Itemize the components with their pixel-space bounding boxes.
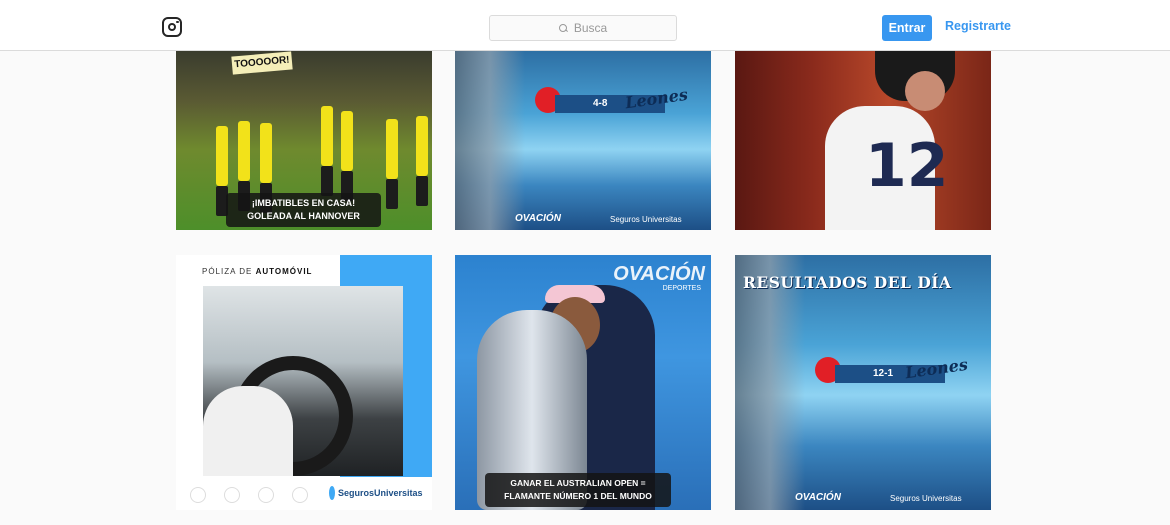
post-thumbnail-4[interactable]: PÓLIZA DE AUTOMÓVIL SegurosUniversitas [176,255,432,510]
ad-title-bold: AUTOMÓVIL [255,267,313,276]
player-figure [238,121,250,211]
player-figure [416,116,428,206]
brand-logo: OVACIÓN [795,492,841,503]
brand-logo: OVACIÓN [515,213,561,224]
social-icons [190,487,308,503]
player-figure [321,106,333,196]
instagram-logo-icon[interactable] [162,17,182,37]
caption-line: GOLEADA AL HANNOVER [247,211,360,221]
post-caption: GANAR EL AUSTRALIAN OPEN = FLAMANTE NÚME… [485,473,671,507]
search-placeholder: Busca [573,21,608,35]
post-thumbnail-3[interactable]: 12 [735,51,991,230]
brand-logo: OVACIÓN [613,263,705,285]
post-thumbnail-1[interactable]: TOOOOOR! ¡IMBATIBLES EN CASA! GOLEADA AL… [176,51,432,230]
jersey-number: 12 [865,131,949,201]
camera-lens-shape [167,22,176,31]
post-caption: ¡IMBATIBLES EN CASA! GOLEADA AL HANNOVER [226,193,381,227]
ad-title: PÓLIZA DE AUTOMÓVIL [202,267,312,276]
sponsor-name: SegurosUniversitas [338,488,423,498]
player-face [905,71,945,111]
player-figure [735,255,805,510]
sponsor-logo: SegurosUniversitas [329,483,423,503]
sponsor-logo: Seguros Universitas [890,494,962,503]
ad-title-prefix: PÓLIZA DE [202,267,256,276]
player-figure [260,123,272,213]
social-icon [258,487,274,503]
sponsor-logo-icon [329,486,335,500]
post-headline: RESULTADOS DEL DÍA [743,273,952,292]
search-icon [558,23,568,33]
sponsor-logo: Seguros Universitas [610,215,682,224]
driver-arm [203,386,293,476]
post-thumbnail-2[interactable]: 4-8 Leones OVACIÓN Seguros Universitas [455,51,711,230]
brand-subtitle: DEPORTES [662,285,701,292]
player-figure [386,119,398,209]
player-figure [341,111,353,201]
player-figure [455,51,525,230]
social-icon [224,487,240,503]
fan-banner: TOOOOOR! [231,51,293,75]
login-button[interactable]: Entrar [882,15,932,41]
caption-line: ¡IMBATIBLES EN CASA! [251,198,356,208]
top-navbar: Busca Entrar Registrarte [0,0,1170,51]
social-icon [190,487,206,503]
caption-line: GANAR EL AUSTRALIAN OPEN = [510,478,646,488]
player-figure [216,126,228,216]
register-link[interactable]: Registrarte [945,19,1011,33]
search-input[interactable]: Busca [489,15,677,41]
camera-flash-shape [175,20,179,24]
caption-line: FLAMANTE NÚMERO 1 DEL MUNDO [504,491,652,501]
post-thumbnail-5[interactable]: OVACIÓN DEPORTES GANAR EL AUSTRALIAN OPE… [455,255,711,510]
post-thumbnail-6[interactable]: RESULTADOS DEL DÍA 12-1 Leones OVACIÓN S… [735,255,991,510]
social-icon [292,487,308,503]
car-photo [203,286,403,476]
